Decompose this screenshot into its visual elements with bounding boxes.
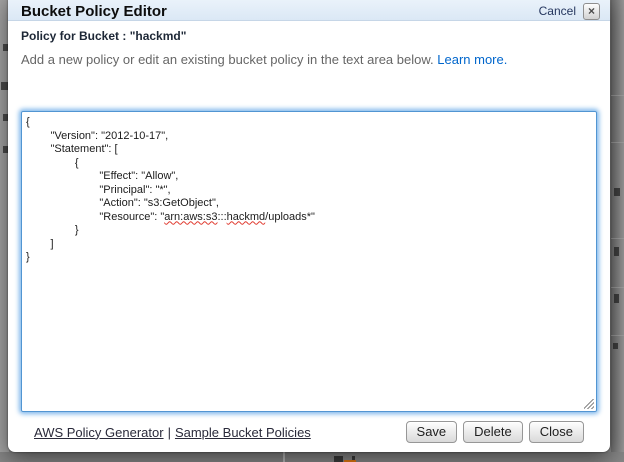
dialog-body: Policy for Bucket : "hackmd" Add a new p… [8,21,610,452]
save-button[interactable]: Save [406,421,458,443]
background-text-fragment [614,247,619,256]
resize-handle-icon[interactable] [584,399,594,409]
background-column-divider [283,452,285,462]
background-page-right [611,0,624,462]
background-text-fragment [1,82,8,90]
bucket-policy-editor-dialog: Bucket Policy Editor Cancel × Policy for… [8,0,610,452]
close-button[interactable]: Close [529,421,584,443]
sample-bucket-policies-link[interactable]: Sample Bucket Policies [175,425,311,440]
footer-buttons: Save Delete Close [406,421,584,443]
background-row-line [611,287,624,288]
description-text: Add a new policy or edit an existing buc… [21,52,597,67]
link-separator: | [164,425,175,440]
learn-more-link[interactable]: Learn more. [437,52,507,67]
cancel-link[interactable]: Cancel [539,4,576,18]
background-page-bottom [0,452,624,462]
policy-for-bucket-heading: Policy for Bucket : "hackmd" [21,29,597,43]
dialog-footer: AWS Policy Generator|Sample Bucket Polic… [21,412,597,452]
dialog-header: Bucket Policy Editor Cancel × [8,0,610,21]
aws-policy-generator-link[interactable]: AWS Policy Generator [34,425,164,440]
background-text-fragment [614,294,619,303]
background-text-fragment [334,456,343,462]
close-icon[interactable]: × [583,3,600,20]
background-row-line [611,335,624,336]
background-row-line [611,238,624,239]
background-text-fragment [614,188,620,196]
delete-button[interactable]: Delete [463,421,523,443]
footer-links: AWS Policy Generator|Sample Bucket Polic… [34,425,311,440]
background-row-line [611,95,624,96]
background-row-line [611,142,624,143]
background-text-fragment [613,343,618,349]
dialog-title: Bucket Policy Editor [21,3,539,20]
description-sentence: Add a new policy or edit an existing buc… [21,52,434,67]
policy-textarea[interactable]: { "Version": "2012-10-17", "Statement": … [21,111,597,412]
